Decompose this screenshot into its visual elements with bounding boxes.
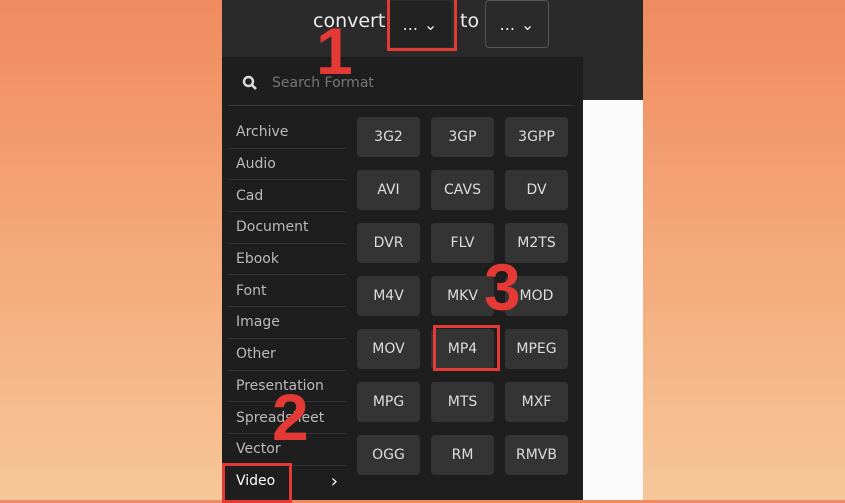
category-other[interactable]: Other [228, 339, 346, 371]
chevron-right-icon: › [330, 470, 338, 492]
format-ogg[interactable]: OGG [357, 435, 420, 475]
format-mpeg[interactable]: MPEG [505, 329, 568, 369]
format-mov[interactable]: MOV [357, 329, 420, 369]
category-label: Audio [236, 156, 276, 173]
highlight-mp4 [433, 325, 500, 371]
category-cad[interactable]: Cad [228, 180, 346, 213]
category-ebook[interactable]: Ebook [228, 244, 346, 276]
category-label: Other [236, 346, 276, 363]
format-3g2[interactable]: 3G2 [357, 117, 420, 157]
category-image[interactable]: Image [228, 307, 346, 339]
format-3gpp[interactable]: 3GPP [505, 117, 568, 157]
format-avi[interactable]: AVI [357, 170, 420, 210]
format-dvr[interactable]: DVR [357, 223, 420, 263]
category-label: Cad [236, 187, 264, 204]
category-label: Ebook [236, 251, 279, 268]
step-3-label: 3 [484, 250, 521, 324]
step-2-label: 2 [272, 380, 309, 454]
highlight-video-category [222, 463, 292, 503]
search-icon [242, 75, 257, 90]
chevron-down-icon: ⌄ [520, 14, 535, 34]
category-label: Image [236, 314, 280, 331]
format-mpg[interactable]: MPG [357, 382, 420, 422]
format-3gp[interactable]: 3GP [431, 117, 494, 157]
category-document[interactable]: Document [228, 212, 346, 244]
category-font[interactable]: Font [228, 275, 346, 308]
to-value: ... [499, 14, 515, 34]
divider [228, 105, 573, 106]
category-label: Archive [236, 124, 289, 141]
category-label: Font [236, 282, 267, 299]
format-m4v[interactable]: M4V [357, 276, 420, 316]
category-audio[interactable]: Audio [228, 149, 346, 181]
format-mts[interactable]: MTS [431, 382, 494, 422]
format-cavs[interactable]: CAVS [431, 170, 494, 210]
format-grid: 3G2 3GP 3GPP AVI CAVS DV DVR FLV M2TS M4V MKV MOD MO… [357, 117, 568, 475]
format-rm[interactable]: RM [431, 435, 494, 475]
format-dv[interactable]: DV [505, 170, 568, 210]
highlight-from-select [387, 0, 457, 51]
to-label: to [460, 10, 480, 32]
category-label: Document [236, 219, 309, 236]
category-archive[interactable]: Archive [228, 117, 346, 149]
to-format-select[interactable]: ... ⌄ [485, 0, 549, 48]
format-mxf[interactable]: MXF [505, 382, 568, 422]
step-1-label: 1 [316, 14, 353, 88]
format-rmvb[interactable]: RMVB [505, 435, 568, 475]
search-format[interactable]: Search Format [242, 75, 374, 91]
